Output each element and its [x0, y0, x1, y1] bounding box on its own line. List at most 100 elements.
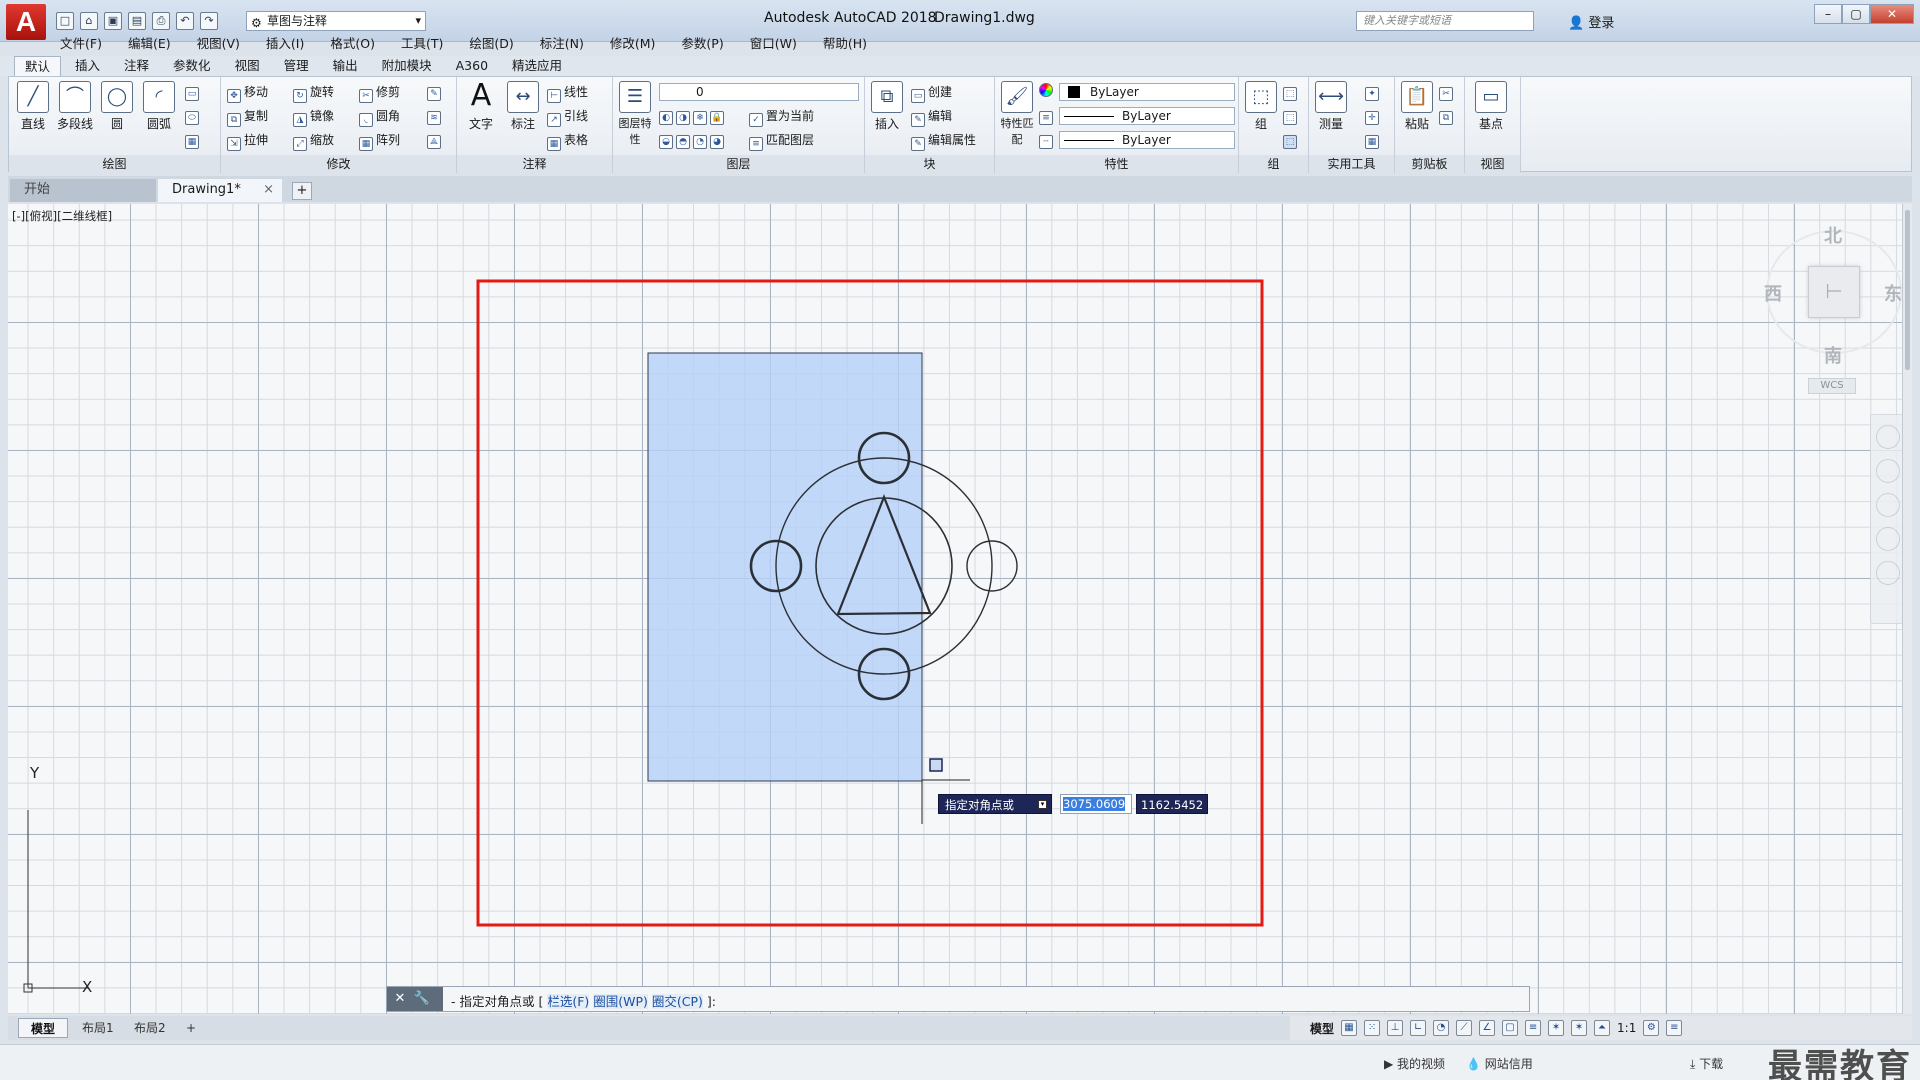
color-select[interactable]: ByLayer: [1059, 83, 1235, 101]
layer-freeze-icon[interactable]: ❄: [693, 111, 707, 125]
customize-icon[interactable]: ≡: [1666, 1020, 1683, 1036]
layer-thaw-icon[interactable]: ◕: [710, 135, 724, 149]
compass-west[interactable]: 西: [1764, 280, 1782, 306]
tab-layout2[interactable]: 布局2: [122, 1018, 178, 1038]
object-snap-tracking-icon[interactable]: ∠: [1479, 1020, 1496, 1036]
add-layout-button[interactable]: +: [174, 1018, 208, 1038]
vertical-scrollbar[interactable]: [1902, 204, 1912, 1014]
menu-tools[interactable]: 工具(T): [401, 34, 443, 54]
menu-parametric[interactable]: 参数(P): [681, 34, 723, 54]
new-icon[interactable]: □: [56, 12, 74, 30]
isodraft-icon[interactable]: ⟋: [1456, 1020, 1473, 1036]
base-tool[interactable]: ▭ 基点: [1471, 77, 1511, 132]
linetype-select[interactable]: ByLayer: [1059, 131, 1235, 149]
my-video-link[interactable]: ▶ 我的视频: [1384, 1055, 1445, 1072]
text-tool[interactable]: A 文字: [461, 77, 501, 132]
offset-icon[interactable]: ≋: [427, 107, 444, 125]
minimize-button[interactable]: –: [1814, 4, 1842, 24]
move-tool[interactable]: ✥ 移动: [227, 83, 268, 103]
menu-file[interactable]: 文件(F): [60, 34, 102, 54]
open-icon[interactable]: ⌂: [80, 12, 98, 30]
annotation-scale-value[interactable]: 1:1: [1617, 1021, 1636, 1035]
compass-east[interactable]: 东: [1884, 280, 1902, 306]
tab-insert[interactable]: 插入: [65, 56, 110, 76]
line-tool[interactable]: ╱ 直线: [13, 77, 53, 132]
hatch-icon[interactable]: ▦: [185, 131, 202, 149]
group-edit-icon[interactable]: ⬚: [1283, 107, 1300, 125]
tab-a360[interactable]: A360: [446, 56, 498, 76]
new-tab-button[interactable]: +: [292, 182, 312, 200]
edit-attributes-tool[interactable]: ✎ 编辑属性: [911, 131, 976, 151]
stretch-tool[interactable]: ⇲ 拉伸: [227, 131, 268, 151]
workspace-select[interactable]: ⚙ 草图与注释: [246, 11, 426, 31]
dynamic-input-y[interactable]: 1162.5452: [1136, 794, 1208, 814]
fillet-tool[interactable]: ◟ 圆角: [359, 107, 400, 127]
match-properties-tool[interactable]: 🖌 特性匹配: [997, 77, 1037, 147]
ungroup-icon[interactable]: ⬚: [1283, 83, 1300, 101]
tab-model[interactable]: 模型: [18, 1018, 69, 1038]
options-dropdown-icon[interactable]: ▾: [1038, 800, 1047, 809]
point-icon[interactable]: ✛: [1365, 107, 1382, 125]
tab-drawing1[interactable]: Drawing1* ×: [158, 179, 282, 202]
layer-select[interactable]: 0: [659, 83, 859, 101]
leader-tool[interactable]: ↗ 引线: [547, 107, 588, 127]
create-block-tool[interactable]: ▭ 创建: [911, 83, 952, 103]
panel-modify-title[interactable]: 修改: [221, 155, 456, 173]
color-wheel-icon[interactable]: [1039, 83, 1056, 98]
scale-tool[interactable]: ⤢ 缩放: [293, 131, 334, 151]
polar-icon[interactable]: ◔: [1433, 1020, 1450, 1036]
tab-manage[interactable]: 管理: [274, 56, 319, 76]
panel-view-title[interactable]: 视图: [1465, 155, 1520, 173]
cut-icon[interactable]: ✂: [1439, 83, 1456, 101]
viewcube-top-face[interactable]: ⊢: [1808, 266, 1860, 318]
ortho-icon[interactable]: ∟: [1410, 1020, 1427, 1036]
trim-tool[interactable]: ✂ 修剪: [359, 83, 400, 103]
insert-tool[interactable]: ⧉ 插入: [867, 77, 907, 132]
download-link[interactable]: ⤓ 下载: [1690, 1055, 1723, 1072]
annotation-scale-icon[interactable]: ⏶: [1594, 1020, 1611, 1036]
menu-dimension[interactable]: 标注(N): [540, 34, 584, 54]
search-input[interactable]: 键入关键字或短语: [1356, 11, 1534, 31]
customize-wrench-icon[interactable]: 🔧: [413, 990, 431, 1008]
save-icon[interactable]: ▣: [104, 12, 122, 30]
lineweight-icon[interactable]: ≡: [1039, 107, 1056, 125]
panel-annotation-title[interactable]: 注释: [457, 155, 612, 173]
tab-view[interactable]: 视图: [225, 56, 270, 76]
dimension-tool[interactable]: ↔ 标注: [503, 77, 543, 132]
panel-draw-title[interactable]: 绘图: [9, 155, 220, 173]
panel-utilities-title[interactable]: 实用工具: [1309, 155, 1394, 173]
infer-constraints-icon[interactable]: ⊥: [1387, 1020, 1404, 1036]
lineweight-select[interactable]: ByLayer: [1059, 107, 1235, 125]
credit-link[interactable]: 💧 网站信用: [1466, 1055, 1533, 1072]
close-tab-icon[interactable]: ×: [263, 179, 274, 201]
option-fence[interactable]: 栏选(F): [547, 994, 590, 1009]
zoom-icon[interactable]: [1876, 493, 1900, 517]
menu-edit[interactable]: 编辑(E): [128, 34, 171, 54]
tab-addins[interactable]: 附加模块: [372, 56, 442, 76]
array-tool[interactable]: ▦ 阵列: [359, 131, 400, 151]
panel-groups-title[interactable]: 组: [1239, 155, 1308, 173]
drawing-canvas[interactable]: [-][俯视][二维线框] Y X 北 南 东 西 ⊢ WCS 指定对角点或 ▾…: [8, 204, 1912, 1014]
snap-icon[interactable]: ⁙: [1364, 1020, 1381, 1036]
compass-south[interactable]: 南: [1824, 342, 1842, 368]
arc-tool[interactable]: ◜ 圆弧: [139, 77, 179, 132]
panel-layers-title[interactable]: 图层: [613, 155, 864, 173]
compass-north[interactable]: 北: [1824, 222, 1842, 248]
annotation-visibility-icon[interactable]: ✶: [1548, 1020, 1565, 1036]
layer-lock-icon[interactable]: 🔒: [710, 111, 724, 125]
linetype-icon[interactable]: ┄: [1039, 131, 1056, 149]
login-button[interactable]: 👤 登录: [1568, 12, 1614, 31]
group-select-icon[interactable]: ⬚: [1283, 131, 1300, 149]
layer-isolate-icon[interactable]: ◑: [676, 111, 690, 125]
workspace-gear-icon[interactable]: ⚙: [1643, 1020, 1660, 1036]
erase-icon[interactable]: ✎: [427, 83, 444, 101]
redo-icon[interactable]: ↷: [200, 12, 218, 30]
object-snap-icon[interactable]: ▢: [1502, 1020, 1519, 1036]
pan-icon[interactable]: [1876, 459, 1900, 483]
tab-featured-apps[interactable]: 精选应用: [502, 56, 572, 76]
save-as-icon[interactable]: ▤: [128, 12, 146, 30]
print-icon[interactable]: ⎙: [152, 12, 170, 30]
close-button[interactable]: ✕: [1870, 4, 1914, 24]
option-cpolygon[interactable]: 圈交(CP): [651, 994, 703, 1009]
lineweight-toggle-icon[interactable]: ≡: [1525, 1020, 1542, 1036]
